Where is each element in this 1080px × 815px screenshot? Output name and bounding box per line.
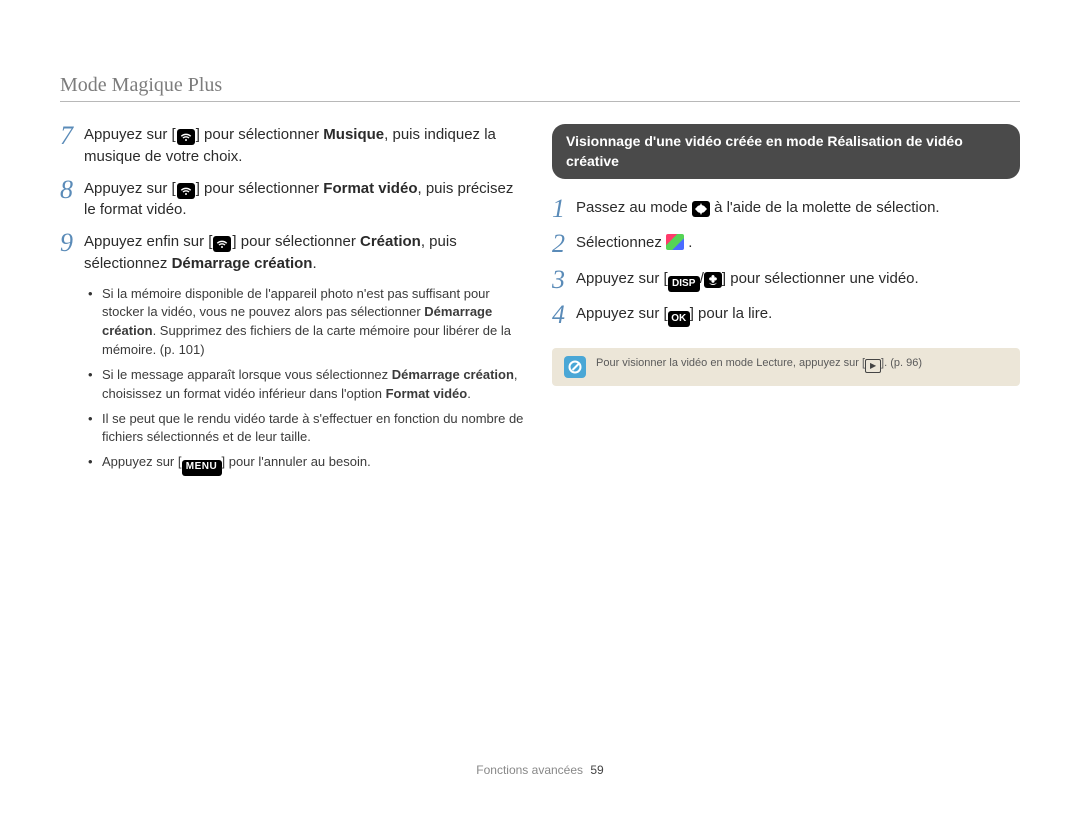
section-heading: Visionnage d'une vidéo créée en mode Réa…	[552, 124, 1020, 179]
creative-video-icon	[666, 234, 684, 250]
selection-target: Musique	[323, 126, 384, 143]
text: .	[684, 234, 692, 251]
left-column: 7 Appuyez sur [ ] pour sélectionner Musiq…	[60, 124, 528, 482]
step-body: Appuyez sur [ ] pour sélectionner Musique…	[84, 124, 528, 168]
step-body: Passez au mode à l'aide de la molette de…	[576, 197, 940, 219]
text: ] pour sélectionner une vidéo.	[722, 270, 919, 287]
page-number: 59	[590, 763, 603, 777]
text: ] pour sélectionner	[196, 180, 324, 197]
note-info-icon	[564, 356, 586, 378]
page-footer: Fonctions avancées 59	[0, 763, 1080, 777]
text: .	[312, 255, 316, 272]
step-3: 3 Appuyez sur [DISP/] pour sélectionner …	[552, 268, 1020, 293]
note-text: Pour visionner la vidéo en mode Lecture,…	[596, 356, 922, 373]
step-body: Appuyez enfin sur [ ] pour sélectionner C…	[84, 231, 528, 275]
page-header: Mode Magique Plus	[60, 74, 1020, 97]
step-1: 1 Passez au mode à l'aide de la molette …	[552, 197, 1020, 222]
wifi-icon	[213, 236, 231, 252]
text: Appuyez sur [	[84, 126, 176, 143]
step-number: 2	[552, 230, 576, 257]
text: ]. (p. 96)	[881, 357, 922, 369]
step-8: 8 Appuyez sur [ ] pour sélectionner Forma…	[60, 178, 528, 222]
selection-target: Démarrage création	[172, 255, 313, 272]
text: à l'aide de la molette de sélection.	[710, 199, 940, 216]
text: Appuyez sur [	[102, 454, 182, 469]
step-7: 7 Appuyez sur [ ] pour sélectionner Musiq…	[60, 124, 528, 168]
text: Si le message apparaît lorsque vous séle…	[102, 367, 392, 382]
text: Il se peut que le rendu vidéo tarde à s'…	[102, 411, 523, 445]
step-9: 9 Appuyez enfin sur [ ] pour sélectionner…	[60, 231, 528, 275]
text: Sélectionnez	[576, 234, 666, 251]
text: ] pour l'annuler au besoin.	[222, 454, 371, 469]
mode-dial-star-icon	[692, 201, 710, 217]
text: ] pour sélectionner	[196, 126, 324, 143]
step-body: Appuyez sur [ ] pour sélectionner Format …	[84, 178, 528, 222]
footer-label: Fonctions avancées	[476, 763, 583, 777]
step-number: 3	[552, 266, 576, 293]
note-box: Pour visionner la vidéo en mode Lecture,…	[552, 348, 1020, 386]
bold: Démarrage création	[392, 367, 514, 382]
text: . Supprimez des fichiers de la carte mém…	[102, 323, 511, 357]
text: Appuyez sur [	[576, 305, 668, 322]
step-number: 4	[552, 301, 576, 328]
selection-target: Format vidéo	[323, 180, 417, 197]
list-item: Appuyez sur [MENU] pour l'annuler au bes…	[88, 453, 528, 475]
menu-icon: MENU	[182, 460, 222, 476]
step-number: 7	[60, 122, 84, 149]
list-item: Si la mémoire disponible de l'appareil p…	[88, 285, 528, 360]
text: ] pour la lire.	[690, 305, 773, 322]
macro-flower-icon	[704, 272, 722, 288]
step-number: 1	[552, 195, 576, 222]
step-body: Appuyez sur [DISP/] pour sélectionner un…	[576, 268, 919, 292]
text: Appuyez enfin sur [	[84, 233, 212, 250]
header-divider	[60, 101, 1020, 102]
text: Appuyez sur [	[576, 270, 668, 287]
right-column: Visionnage d'une vidéo créée en mode Réa…	[552, 124, 1020, 482]
text: Pour visionner la vidéo en mode Lecture,…	[596, 357, 865, 369]
text: Passez au mode	[576, 199, 692, 216]
step-2: 2 Sélectionnez .	[552, 232, 1020, 257]
content-columns: 7 Appuyez sur [ ] pour sélectionner Musiq…	[60, 124, 1020, 482]
step-number: 9	[60, 229, 84, 256]
playback-icon: ▶	[865, 359, 881, 373]
bold: Format vidéo	[386, 386, 468, 401]
step-4: 4 Appuyez sur [OK] pour la lire.	[552, 303, 1020, 328]
wifi-icon	[177, 129, 195, 145]
step-body: Sélectionnez .	[576, 232, 692, 254]
list-item: Il se peut que le rendu vidéo tarde à s'…	[88, 410, 528, 448]
ok-icon: OK	[668, 311, 690, 327]
step-body: Appuyez sur [OK] pour la lire.	[576, 303, 772, 327]
list-item: Si le message apparaît lorsque vous séle…	[88, 366, 528, 404]
text: .	[467, 386, 471, 401]
wifi-icon	[177, 183, 195, 199]
text: Appuyez sur [	[84, 180, 176, 197]
step-number: 8	[60, 176, 84, 203]
text: ] pour sélectionner	[232, 233, 360, 250]
notes-list: Si la mémoire disponible de l'appareil p…	[88, 285, 528, 476]
disp-icon: DISP	[668, 276, 700, 292]
selection-target: Création	[360, 233, 421, 250]
